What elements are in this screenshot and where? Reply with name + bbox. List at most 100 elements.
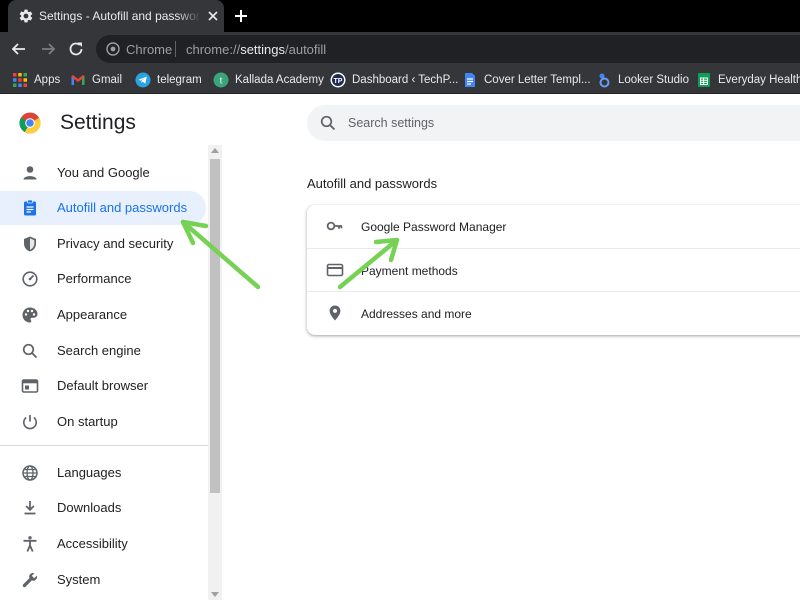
url-prefix: chrome:// — [186, 42, 241, 57]
bookmark-label: Kallada Academy — [235, 74, 324, 86]
sidebar-item-label: Performance — [57, 271, 132, 286]
scroll-down-arrow-icon[interactable] — [211, 592, 219, 597]
person-icon — [23, 166, 37, 180]
sidebar-item-label: Downloads — [57, 500, 122, 515]
bookmark-dashboard[interactable]: TP Dashboard ‹ TechP... — [330, 66, 459, 93]
omnibox-separator — [175, 41, 176, 57]
search-icon — [22, 343, 38, 359]
bookmark-label: Gmail — [92, 74, 123, 86]
settings-page: Settings Search settings You and Google … — [0, 95, 800, 600]
sidebar-item-accessibility[interactable]: Accessibility — [0, 527, 206, 561]
google-sheets-icon — [698, 73, 710, 87]
tab-title: Settings - Autofill and passwords — [39, 9, 201, 23]
chrome-icon — [106, 42, 120, 56]
credit-card-icon — [326, 263, 344, 277]
tab-strip: Settings - Autofill and passwords — [0, 0, 800, 32]
autofill-card: Google Password Manager Payment methods … — [307, 205, 800, 335]
sidebar-item-system[interactable]: System — [0, 563, 206, 597]
sidebar-item-appearance[interactable]: Appearance — [0, 298, 206, 332]
chrome-logo-icon — [19, 112, 41, 134]
looker-studio-icon — [599, 73, 610, 88]
sidebar-item-label: You and Google — [57, 165, 150, 180]
scroll-up-arrow-icon[interactable] — [211, 148, 219, 153]
svg-text:TP: TP — [334, 78, 343, 85]
sidebar-item-label: System — [57, 572, 101, 587]
sidebar-item-autofill-and-passwords[interactable]: Autofill and passwords — [0, 191, 206, 225]
techpp-icon: TP — [330, 72, 346, 88]
omnibox-url: chrome://settings/autofill — [186, 42, 326, 57]
bookmark-label: Dashboard ‹ TechP... — [352, 74, 459, 86]
sidebar-item-label: Languages — [57, 465, 122, 480]
search-icon — [320, 115, 336, 131]
bookmark-label: Cover Letter Templ... — [484, 74, 591, 86]
location-pin-icon — [329, 305, 341, 321]
sidebar-item-default-browser[interactable]: Default browser — [0, 369, 206, 403]
scrollbar-thumb[interactable] — [210, 159, 220, 493]
omnibox-scheme-label: Chrome — [126, 42, 173, 57]
kallada-academy-icon: t — [213, 72, 229, 88]
page-title: Settings — [60, 111, 136, 134]
bookmark-label: Apps — [34, 74, 61, 86]
speedometer-icon — [22, 271, 38, 287]
clipboard-icon — [24, 199, 36, 216]
search-settings-input[interactable]: Search settings — [307, 105, 800, 141]
bookmarks-bar: Apps Gmail telegram t Kallada Academy TP… — [0, 66, 800, 94]
sidebar-item-on-startup[interactable]: On startup — [0, 405, 206, 439]
bookmark-label: Everyday Health T — [718, 74, 800, 86]
bookmark-looker-studio[interactable]: Looker Studio — [596, 66, 689, 93]
telegram-icon — [135, 72, 151, 88]
row-label: Google Password Manager — [361, 220, 507, 234]
bookmark-apps[interactable]: Apps — [12, 66, 61, 93]
bookmark-label: Looker Studio — [618, 74, 689, 86]
sidebar-item-languages[interactable]: Languages — [0, 456, 206, 490]
bookmark-telegram[interactable]: telegram — [135, 66, 202, 93]
section-title: Autofill and passwords — [307, 176, 438, 191]
bookmark-gmail[interactable]: Gmail — [70, 66, 123, 93]
address-bar[interactable]: Chrome chrome://settings/autofill — [96, 35, 800, 63]
row-google-password-manager[interactable]: Google Password Manager — [307, 205, 800, 248]
sidebar-item-label: Default browser — [57, 378, 149, 393]
sidebar-item-performance[interactable]: Performance — [0, 262, 206, 296]
sidebar-item-label: Autofill and passwords — [57, 200, 188, 215]
url-host: settings — [240, 42, 285, 57]
row-label: Addresses and more — [361, 307, 472, 321]
sidebar-divider — [0, 445, 208, 446]
tab-settings[interactable]: Settings - Autofill and passwords — [8, 0, 224, 32]
new-tab-icon[interactable] — [232, 7, 250, 25]
sidebar-item-search-engine[interactable]: Search engine — [0, 334, 206, 368]
url-path: /autofill — [285, 42, 327, 57]
download-icon — [24, 501, 36, 515]
bookmark-everyday-health[interactable]: Everyday Health T — [696, 66, 800, 93]
bookmark-label: telegram — [157, 74, 202, 86]
sidebar-item-label: On startup — [57, 414, 118, 429]
close-icon[interactable] — [206, 9, 220, 23]
wrench-icon — [22, 572, 38, 588]
globe-icon — [22, 465, 38, 481]
palette-icon — [22, 307, 38, 323]
row-addresses-and-more[interactable]: Addresses and more — [307, 291, 800, 334]
reload-icon[interactable] — [66, 39, 86, 59]
row-label: Payment methods — [361, 264, 458, 278]
sidebar-item-label: Appearance — [57, 307, 128, 322]
row-payment-methods[interactable]: Payment methods — [307, 248, 800, 291]
bookmark-cover-letter[interactable]: Cover Letter Templ... — [462, 66, 591, 93]
sidebar-item-you-and-google[interactable]: You and Google — [0, 156, 206, 190]
sidebar-item-label: Accessibility — [57, 536, 128, 551]
gear-icon — [19, 9, 33, 23]
sidebar-item-label: Privacy and security — [57, 236, 174, 251]
browser-window-icon — [21, 379, 39, 393]
forward-arrow-icon[interactable] — [38, 39, 58, 59]
sidebar-item-downloads[interactable]: Downloads — [0, 491, 206, 525]
bookmark-kallada-academy[interactable]: t Kallada Academy — [213, 66, 324, 93]
key-icon — [326, 221, 343, 231]
search-placeholder: Search settings — [348, 116, 435, 130]
sidebar-scrollbar[interactable] — [208, 145, 222, 600]
back-arrow-icon[interactable] — [9, 39, 29, 59]
shield-icon — [24, 236, 36, 252]
power-icon — [23, 415, 37, 430]
browser-toolbar: Chrome chrome://settings/autofill — [0, 32, 800, 66]
accessibility-icon — [23, 536, 37, 552]
gmail-icon — [71, 75, 85, 85]
apps-grid-icon — [13, 73, 27, 87]
sidebar-item-privacy-and-security[interactable]: Privacy and security — [0, 227, 206, 261]
